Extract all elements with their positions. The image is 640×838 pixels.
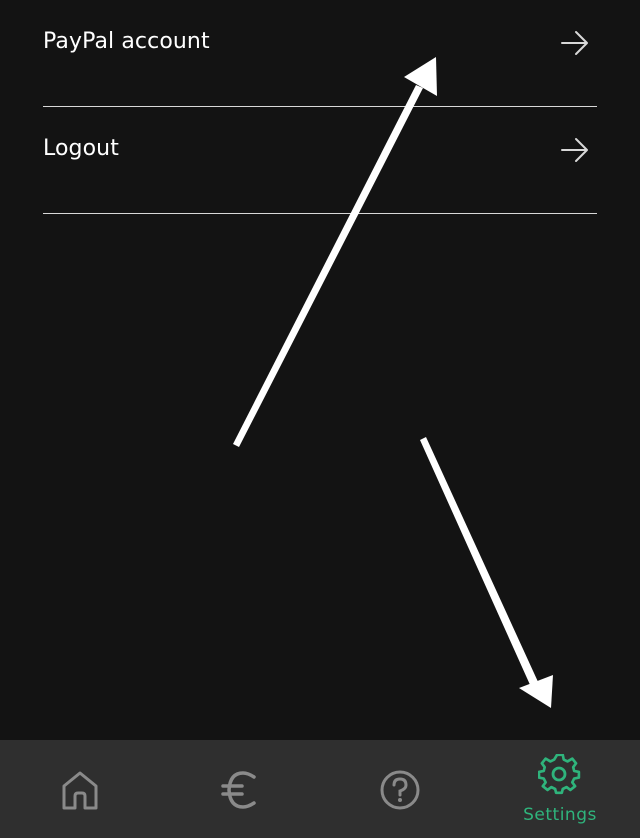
paypal-account-row[interactable]: PayPal account [43, 0, 597, 107]
nav-settings[interactable]: Settings [480, 740, 640, 838]
settings-screen: PayPal account Logout Settings [0, 0, 640, 838]
paypal-account-label: PayPal account [43, 29, 210, 54]
home-icon [62, 771, 98, 810]
euro-icon [221, 771, 256, 809]
nav-settings-label: Settings [523, 805, 597, 825]
annotation-arrow-down [420, 437, 553, 708]
gear-icon [538, 754, 581, 795]
nav-home[interactable] [0, 740, 160, 838]
nav-payments[interactable] [160, 740, 320, 838]
logout-row[interactable]: Logout [43, 107, 597, 214]
arrow-right-icon [561, 31, 588, 55]
nav-help[interactable] [320, 740, 480, 838]
bottom-navigation: Settings [0, 740, 640, 838]
logout-label: Logout [43, 136, 119, 161]
arrow-right-icon [561, 138, 588, 162]
help-icon [380, 770, 420, 810]
